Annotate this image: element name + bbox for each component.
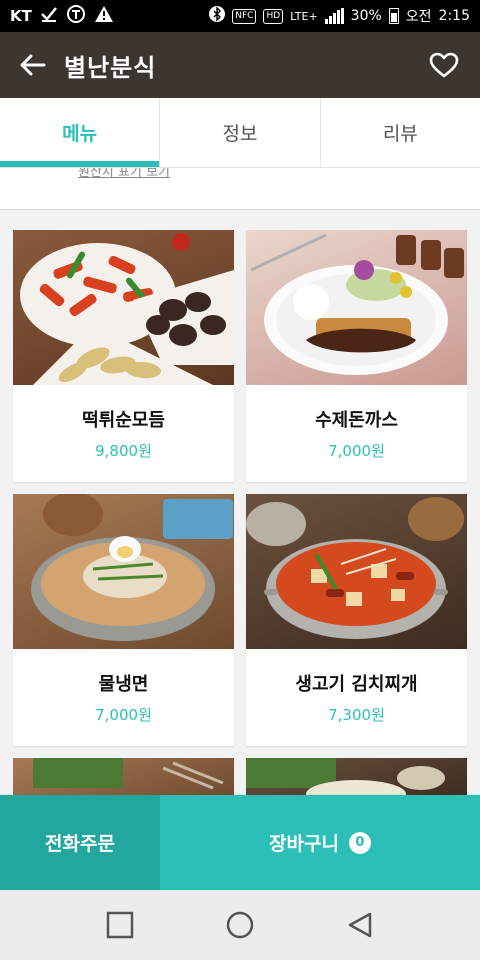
ampm-label: 오전 bbox=[405, 9, 432, 25]
menu-card[interactable]: 수제돈까스 7,000원 bbox=[246, 230, 467, 482]
menu-item-image bbox=[246, 758, 467, 798]
circle-icon bbox=[226, 911, 254, 939]
menu-card[interactable] bbox=[13, 758, 234, 798]
recent-apps-button[interactable] bbox=[100, 905, 140, 945]
square-icon bbox=[106, 911, 134, 939]
back-nav-button[interactable] bbox=[340, 905, 380, 945]
menu-item-name: 떡튀순모듬 bbox=[82, 410, 165, 431]
menu-card[interactable] bbox=[246, 758, 467, 798]
cart-count-badge: 0 bbox=[348, 831, 371, 854]
menu-item-image bbox=[13, 758, 234, 798]
page-title: 별난분식 bbox=[64, 53, 157, 82]
notice-strip: 원산지 표기 보기 bbox=[0, 168, 480, 210]
battery-icon bbox=[388, 8, 399, 24]
bluetooth-icon bbox=[209, 5, 226, 27]
app-bar: 별난분식 bbox=[0, 32, 480, 98]
sync-icon bbox=[66, 4, 86, 28]
menu-item-name: 생고기 김치찌개 bbox=[295, 674, 418, 695]
favorite-button[interactable] bbox=[426, 47, 462, 83]
tteokbokki-platter-image bbox=[13, 230, 234, 385]
carrier-label: KT bbox=[10, 7, 32, 25]
hd-indicator: HD bbox=[263, 8, 284, 24]
triangle-back-icon bbox=[348, 912, 372, 938]
tab-info[interactable]: 정보 bbox=[160, 98, 321, 167]
menu-item-price: 7,300원 bbox=[328, 706, 385, 724]
arrow-left-icon bbox=[20, 54, 46, 76]
nfc-indicator: NFC bbox=[232, 8, 257, 24]
bottom-action-bar: 전화주문 장바구니 0 bbox=[0, 795, 480, 890]
menu-item-price: 7,000원 bbox=[95, 706, 152, 724]
menu-card[interactable]: 떡튀순모듬 9,800원 bbox=[13, 230, 234, 482]
heart-icon bbox=[429, 52, 459, 78]
back-button[interactable] bbox=[18, 50, 48, 80]
menu-item-price: 9,800원 bbox=[95, 442, 152, 460]
clock: 2:15 bbox=[438, 8, 470, 24]
menu-item-name: 물냉면 bbox=[98, 674, 149, 695]
menu-card[interactable]: 생고기 김치찌개 7,300원 bbox=[246, 494, 467, 746]
cart-button[interactable]: 장바구니 0 bbox=[160, 795, 480, 890]
network-type: LTE+ bbox=[290, 9, 318, 23]
tab-reviews[interactable]: 리뷰 bbox=[321, 98, 480, 167]
status-bar: KT NFC HD LTE+ 30% 오전 2:15 bbox=[0, 0, 480, 32]
warning-icon bbox=[94, 5, 114, 27]
tab-bar: 메뉴 정보 리뷰 bbox=[0, 98, 480, 168]
menu-card[interactable]: 물냉면 7,000원 bbox=[13, 494, 234, 746]
origin-info-link[interactable]: 원산지 표기 보기 bbox=[78, 168, 170, 180]
kimchi-stew-pot-image bbox=[246, 494, 467, 649]
pork-cutlet-plate-image bbox=[246, 230, 467, 385]
signal-icon bbox=[324, 8, 344, 24]
check-icon bbox=[40, 6, 58, 26]
cart-label: 장바구니 bbox=[269, 833, 339, 855]
menu-item-price: 7,000원 bbox=[328, 442, 385, 460]
battery-percent: 30% bbox=[350, 8, 382, 24]
phone-order-button[interactable]: 전화주문 bbox=[0, 795, 160, 890]
menu-item-name: 수제돈까스 bbox=[315, 410, 398, 431]
cold-noodle-bowl-image bbox=[13, 494, 234, 649]
system-nav-bar bbox=[0, 890, 480, 960]
tab-menu[interactable]: 메뉴 bbox=[0, 98, 161, 167]
menu-grid: 떡튀순모듬 9,800원 수제돈까스 7,000원 물냉면 7,000원 생고기… bbox=[13, 230, 467, 798]
home-button[interactable] bbox=[220, 905, 260, 945]
